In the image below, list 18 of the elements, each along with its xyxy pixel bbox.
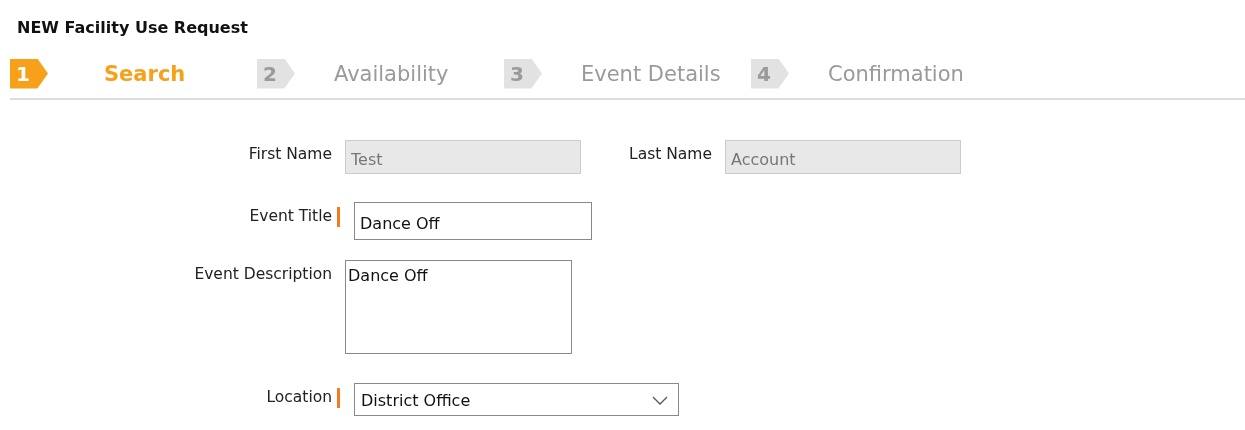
page-title: NEW Facility Use Request	[16, 17, 249, 39]
field-label: First Name	[247, 144, 332, 163]
field-label: Event Title	[248, 206, 332, 225]
text-area[interactable]: Dance Off	[345, 260, 572, 354]
step-label[interactable]: Availability	[334, 61, 449, 86]
text-field[interactable]: Dance Off	[354, 202, 592, 240]
chevron-icon	[652, 396, 668, 405]
step-badge: 4	[751, 58, 789, 89]
dropdown[interactable]: District Office	[354, 383, 679, 416]
step-label[interactable]: Confirmation	[828, 61, 964, 86]
field-label: Event Description	[193, 264, 332, 283]
step-label[interactable]: Search	[104, 61, 186, 86]
step-badge: 3	[504, 58, 542, 89]
field-label: Last Name	[628, 144, 712, 163]
step-badge: 1	[10, 58, 48, 89]
field-label: Location	[265, 387, 332, 406]
step-label[interactable]: Event Details	[581, 61, 721, 86]
step-badge: 2	[257, 58, 295, 89]
